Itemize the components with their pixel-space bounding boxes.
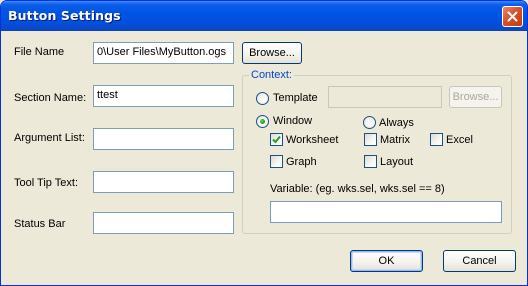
status-bar-field[interactable] (93, 212, 234, 234)
graph-checkbox[interactable] (270, 155, 283, 168)
ok-button-label: OK (378, 255, 395, 267)
variable-label: Variable: (eg. wks.sel, wks.sel == 8) (270, 183, 445, 195)
argument-list-field[interactable] (93, 128, 234, 150)
ok-button[interactable]: OK (350, 250, 423, 272)
window-radio-label: Window (273, 115, 313, 127)
context-legend: Context: (249, 69, 294, 81)
tool-tip-text-label: Tool Tip Text: (14, 177, 78, 189)
template-radio[interactable] (256, 92, 269, 105)
title-bar[interactable]: Button Settings (1, 1, 527, 31)
close-icon (507, 11, 518, 22)
window-title: Button Settings (8, 8, 121, 23)
browse-template-button-label: Browse... (452, 91, 499, 103)
always-radio[interactable] (363, 116, 376, 129)
file-name-field[interactable]: 0\User Files\MyButton.ogs (93, 42, 234, 64)
status-bar-label: Status Bar (14, 218, 66, 230)
layout-checkbox-label: Layout (380, 156, 414, 168)
cancel-button[interactable]: Cancel (443, 250, 516, 272)
browse-file-button-label: Browse... (249, 47, 295, 59)
layout-checkbox[interactable] (364, 155, 377, 168)
template-field[interactable] (328, 86, 442, 108)
section-name-field[interactable]: ttest (93, 85, 234, 107)
graph-checkbox-label: Graph (286, 156, 317, 168)
cancel-button-label: Cancel (462, 255, 497, 267)
section-name-label: Section Name: (14, 92, 87, 104)
checkmark-icon (272, 135, 281, 144)
excel-checkbox-label: Excel (446, 134, 473, 146)
always-radio-label: Always (379, 117, 414, 129)
browse-template-button[interactable]: Browse... (449, 86, 502, 108)
worksheet-checkbox[interactable] (270, 133, 283, 146)
excel-checkbox[interactable] (430, 133, 443, 146)
template-radio-label: Template (273, 92, 318, 104)
window-radio[interactable] (256, 115, 269, 128)
file-name-label: File Name (14, 46, 65, 58)
button-settings-dialog: Button Settings File Name Section Name: … (0, 0, 528, 286)
argument-list-label: Argument List: (14, 132, 85, 144)
close-button[interactable] (502, 6, 523, 27)
browse-file-button[interactable]: Browse... (242, 42, 302, 64)
tool-tip-text-field[interactable] (93, 171, 234, 193)
variable-field[interactable] (270, 201, 502, 223)
worksheet-checkbox-label: Worksheet (286, 134, 339, 146)
matrix-checkbox[interactable] (364, 133, 377, 146)
matrix-checkbox-label: Matrix (380, 134, 410, 146)
